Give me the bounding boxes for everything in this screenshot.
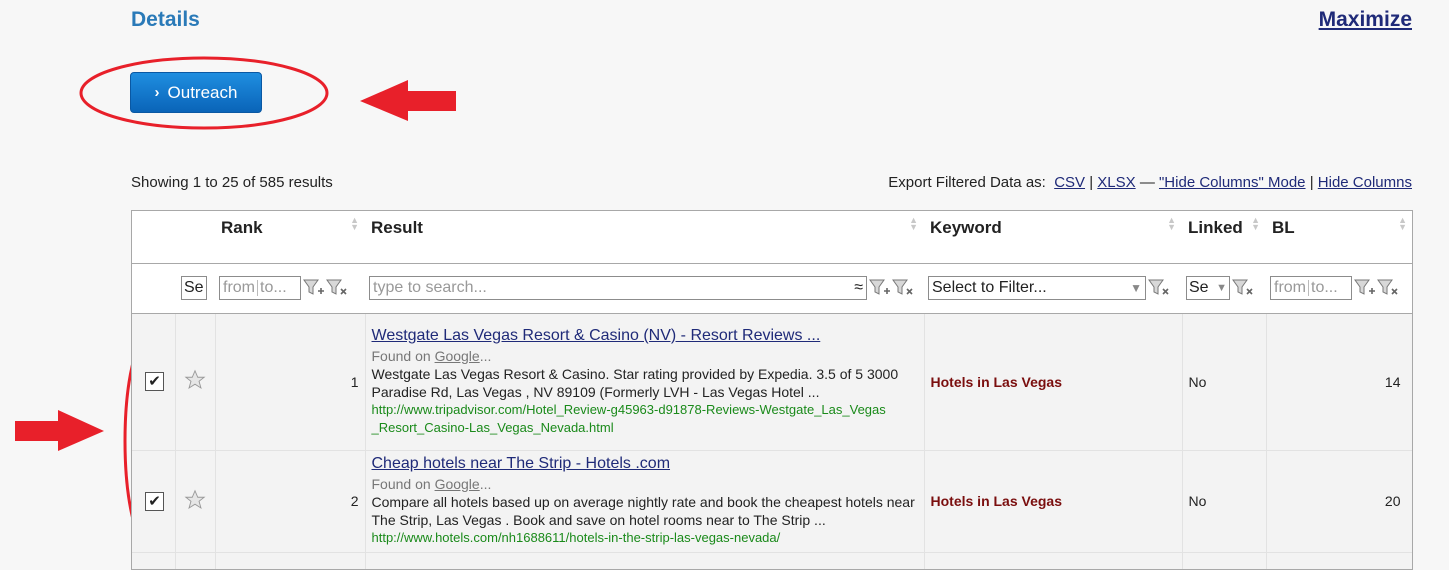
export-separator: | [1309, 174, 1314, 191]
filter-clear-icon[interactable] [1377, 277, 1399, 299]
result-cell: Westgate Las Vegas Resort & Casino (NV) … [365, 313, 925, 451]
result-search-input[interactable]: type to search... ≈ [369, 276, 867, 300]
filter-clear-icon[interactable] [1232, 277, 1254, 299]
results-table: Rank ▲ ▼ Result ▲ ▼ Keyword ▲ ▼ Linked ▲ ▼ B… [132, 211, 1412, 569]
filter-clear-icon[interactable] [326, 277, 348, 299]
column-header-linked[interactable]: Linked ▲ ▼ [1182, 211, 1266, 264]
check-icon: ✔ [148, 373, 161, 390]
keyword-select-filter[interactable]: Select to Filter... ▼ [928, 276, 1146, 300]
filter-cell-result: type to search... ≈ [365, 263, 924, 314]
result-cell: Cheap hotels near The Strip - Hotels .co… [365, 450, 925, 553]
column-header-keyword[interactable]: Keyword ▲ ▼ [924, 211, 1182, 264]
annotation-arrow-checkboxes [15, 410, 104, 451]
filter-row: Se from to... type to search... ≈ Select… [132, 263, 1412, 314]
export-csv-link[interactable]: CSV [1054, 174, 1085, 191]
row-select-cell: ✔ [132, 313, 176, 451]
select-filter[interactable]: Se [181, 276, 207, 300]
filter-add-icon[interactable] [303, 277, 325, 299]
row-checkbox[interactable]: ✔ [145, 372, 164, 391]
star-icon[interactable] [184, 489, 206, 511]
table-row: ✔ 1 Westgate Las Vegas Resort & Casino (… [132, 313, 1412, 451]
outreach-button[interactable]: › Outreach [130, 72, 262, 113]
export-xlsx-link[interactable]: XLSX [1097, 174, 1135, 191]
filter-cell-linked: Se ▼ [1182, 263, 1266, 314]
star-icon[interactable] [184, 369, 206, 391]
row-star-cell [175, 313, 216, 451]
filter-add-icon[interactable] [1354, 277, 1376, 299]
keyword-cell: Hotels in Las Vegas [924, 313, 1183, 451]
table-row: ✔ 2 Cheap hotels near The Strip - Hotels… [132, 450, 1412, 553]
hide-columns-link[interactable]: Hide Columns [1318, 174, 1412, 191]
dropdown-arrow-icon: ▼ [1130, 281, 1142, 295]
result-url: http://www.tripadvisor.com/Hotel_Review-… [371, 401, 886, 435]
sort-arrows-icon[interactable]: ▲ ▼ [1251, 216, 1260, 232]
filter-cell-keyword: Select to Filter... ▼ [924, 263, 1182, 314]
annotation-arrow-outreach [360, 80, 456, 121]
found-source-link[interactable]: Google [435, 476, 480, 492]
filter-cell-rank: from to... [215, 263, 365, 314]
rank-cell: 2 [215, 450, 366, 553]
dropdown-arrow-icon: ▼ [1216, 282, 1227, 294]
found-on-text: Found on Google... [371, 347, 492, 364]
header-select [132, 211, 175, 264]
row-select-cell: ✔ [132, 450, 176, 553]
result-description: Compare all hotels based up on average n… [371, 494, 915, 528]
row-star-cell [175, 450, 216, 553]
header-star [175, 211, 215, 264]
keyword-cell: Hotels in Las Vegas [924, 450, 1183, 553]
approx-match-icon[interactable]: ≈ [854, 279, 863, 297]
rank-cell: 1 [215, 313, 366, 451]
check-icon: ✔ [148, 492, 161, 510]
maximize-link[interactable]: Maximize [1319, 8, 1412, 32]
bl-cell: 14 [1266, 313, 1412, 451]
results-grid: Rank ▲ ▼ Result ▲ ▼ Keyword ▲ ▼ Linked ▲ ▼ B… [131, 210, 1413, 570]
header-row: Rank ▲ ▼ Result ▲ ▼ Keyword ▲ ▼ Linked ▲ ▼ B… [132, 211, 1412, 264]
chevron-right-icon: › [154, 84, 160, 101]
outreach-button-label: Outreach [167, 82, 238, 102]
row-checkbox[interactable]: ✔ [145, 491, 164, 511]
filter-add-icon[interactable] [869, 277, 891, 299]
column-header-result[interactable]: Result ▲ ▼ [365, 211, 924, 264]
table-row [132, 552, 1412, 569]
filter-cell-select: Se [175, 263, 215, 314]
result-title-link[interactable]: Westgate Las Vegas Resort & Casino (NV) … [372, 327, 918, 345]
export-label: Export Filtered Data as: [888, 174, 1046, 191]
sort-arrows-icon[interactable]: ▲ ▼ [350, 216, 359, 232]
found-on-text: Found on Google... [371, 476, 492, 492]
export-bar: Export Filtered Data as: CSV | XLSX — "H… [888, 174, 1412, 191]
export-dash: — [1139, 174, 1155, 191]
linked-select-filter[interactable]: Se ▼ [1186, 276, 1230, 300]
hide-columns-mode-link[interactable]: "Hide Columns" Mode [1159, 174, 1306, 191]
found-source-link[interactable]: Google [435, 348, 480, 364]
result-title-link[interactable]: Cheap hotels near The Strip - Hotels .co… [372, 455, 918, 473]
linked-cell: No [1182, 313, 1267, 451]
filter-clear-icon[interactable] [1148, 277, 1170, 299]
rank-range-filter[interactable]: from to... [219, 276, 301, 300]
filter-cell-empty [132, 263, 175, 314]
page-title: Details [131, 8, 200, 31]
filter-clear-icon[interactable] [892, 277, 914, 299]
results-count: Showing 1 to 25 of 585 results [131, 174, 333, 191]
sort-arrows-icon[interactable]: ▲ ▼ [1167, 216, 1176, 232]
bl-cell: 20 [1266, 450, 1412, 553]
column-header-bl[interactable]: BL ▲ ▼ [1266, 211, 1412, 264]
sort-arrows-icon[interactable]: ▲ ▼ [1398, 216, 1407, 232]
bl-range-filter[interactable]: from to... [1270, 276, 1352, 300]
sort-arrows-icon[interactable]: ▲ ▼ [909, 216, 918, 232]
filter-cell-bl: from to... [1266, 263, 1412, 314]
export-separator: | [1089, 174, 1094, 191]
result-url: http://www.hotels.com/nh1688611/hotels-i… [371, 530, 781, 545]
linked-cell: No [1182, 450, 1267, 553]
result-description: Westgate Las Vegas Resort & Casino. Star… [371, 365, 899, 400]
column-header-rank[interactable]: Rank ▲ ▼ [215, 211, 365, 264]
